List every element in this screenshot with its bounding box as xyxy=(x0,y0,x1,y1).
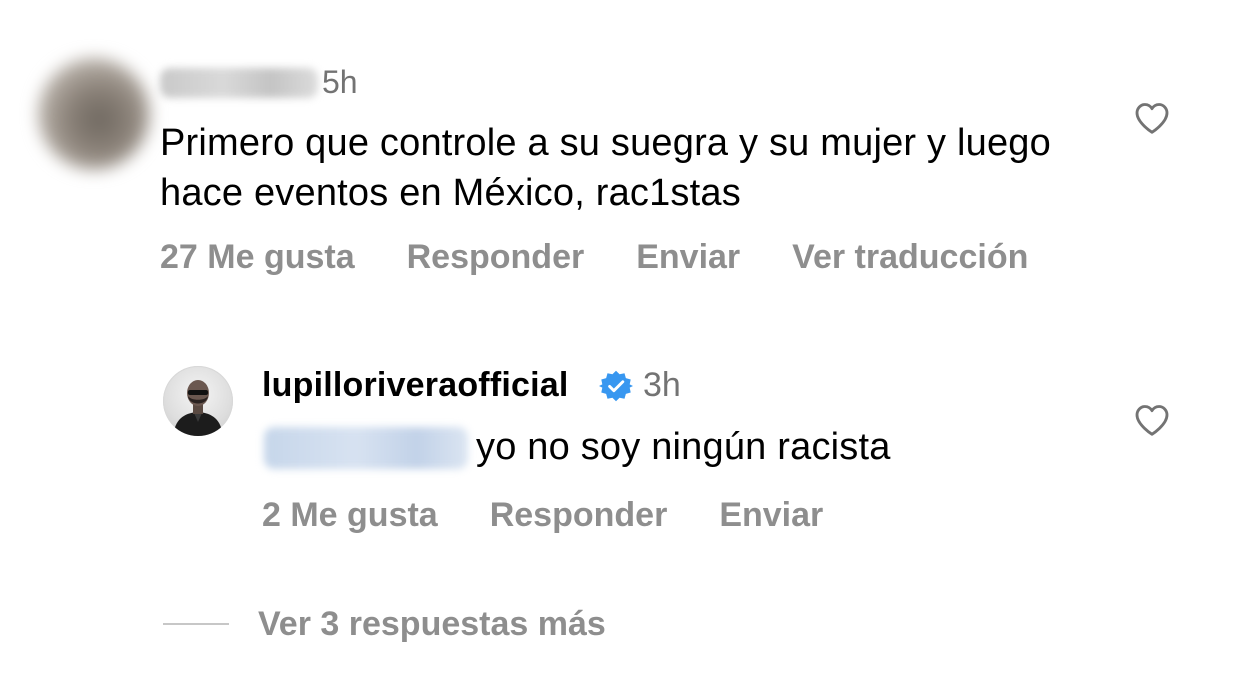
likes-count-button[interactable]: 2 Me gusta xyxy=(262,498,438,532)
comment-text: Primero que controle a su suegra y su mu… xyxy=(160,122,1051,214)
commenter-avatar[interactable] xyxy=(38,58,150,170)
heart-icon[interactable] xyxy=(1134,101,1170,135)
comment-timestamp: 5h xyxy=(322,64,358,100)
mention-redacted[interactable] xyxy=(264,427,468,469)
heart-icon[interactable] xyxy=(1134,403,1170,437)
send-button[interactable]: Enviar xyxy=(636,240,740,274)
reply-text: yo no soy ningún racista xyxy=(476,426,891,468)
reply-timestamp: 3h xyxy=(643,366,681,404)
verified-badge-icon xyxy=(599,370,633,402)
view-more-replies-button[interactable]: Ver 3 respuestas más xyxy=(258,607,606,641)
comment-actions: 27 Me gusta Responder Enviar Ver traducc… xyxy=(160,240,1028,274)
see-translation-button[interactable]: Ver traducción xyxy=(792,240,1028,274)
reply-avatar[interactable] xyxy=(163,366,233,436)
reply-button[interactable]: Responder xyxy=(407,240,585,274)
commenter-username-redacted[interactable] xyxy=(160,68,318,98)
replies-divider-line xyxy=(163,623,229,625)
reply-username[interactable]: lupilloriveraofficial xyxy=(262,368,569,402)
reply-actions: 2 Me gusta Responder Enviar xyxy=(262,498,823,532)
reply-button[interactable]: Responder xyxy=(490,498,668,532)
send-button[interactable]: Enviar xyxy=(719,498,823,532)
likes-count-button[interactable]: 27 Me gusta xyxy=(160,240,355,274)
